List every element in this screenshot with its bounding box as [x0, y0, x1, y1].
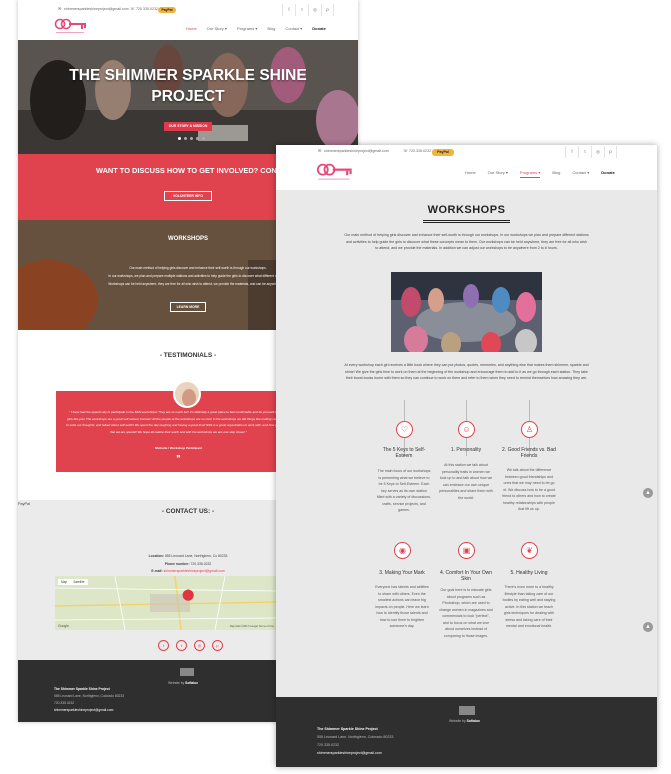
- nav-donate[interactable]: Donate: [601, 170, 615, 178]
- slider-dots[interactable]: [178, 137, 205, 140]
- footer: Website by Sofialux The Shimmer Sparkle …: [276, 697, 657, 767]
- satellite-tab[interactable]: Satellite: [73, 580, 84, 584]
- map-terms[interactable]: Map data ©2017 Google Terms of Use: [230, 625, 274, 628]
- phone-icon: ☏: [403, 148, 409, 153]
- nav-our-story[interactable]: Our Story ▾: [488, 170, 508, 178]
- quote-icon: ❞: [176, 454, 181, 463]
- facebook-icon[interactable]: f: [282, 4, 295, 16]
- testimonial-avatar: [173, 380, 201, 408]
- nav-our-story[interactable]: Our Story ▾: [207, 26, 227, 31]
- pinterest-icon[interactable]: p: [321, 4, 334, 16]
- nav-home[interactable]: Home: [465, 170, 476, 178]
- nav-blog[interactable]: Blog: [552, 170, 560, 178]
- social-links: f t ◎ p: [282, 4, 334, 16]
- footer-logo: [459, 706, 475, 715]
- workshop-photo: [391, 272, 542, 352]
- item-desc-keys: The main focus of our workshops is prese…: [377, 469, 431, 512]
- item-title-healthy: 5. Healthy Living: [510, 570, 548, 576]
- page-title: WORKSHOPS: [427, 204, 506, 216]
- workshops-body: At every workshop each girl receives a l…: [344, 363, 589, 380]
- item-desc-friends: We talk about the difference between goo…: [502, 468, 556, 511]
- item-desc-personality: At this station we talk about personalit…: [439, 463, 493, 500]
- learn-more-button[interactable]: LEARN MORE: [170, 302, 206, 312]
- footer-logo: [180, 668, 194, 676]
- testimonial-quote: " I have had the opportunity to particip…: [66, 410, 291, 434]
- google-map[interactable]: Map Satellite ⬤ Google Map data ©2017 Go…: [55, 576, 277, 630]
- nav-programs[interactable]: Programs ▾: [237, 26, 257, 31]
- twitter-icon[interactable]: t: [176, 640, 187, 651]
- phone-icon: ☏: [130, 6, 136, 11]
- twitter-icon[interactable]: t: [295, 4, 308, 16]
- phone-number: 720.335.0232: [136, 7, 158, 11]
- main-nav: Home Our Story ▾ Programs ▾ Blog Contact…: [186, 26, 326, 31]
- facebook-icon[interactable]: f: [158, 640, 169, 651]
- pinterest-icon[interactable]: p: [604, 146, 617, 158]
- pinterest-icon[interactable]: p: [212, 640, 223, 651]
- item-title-personality: 1. Personality: [450, 447, 482, 453]
- contact-social-links: f t ◎ p: [158, 640, 223, 651]
- nav-blog[interactable]: Blog: [267, 26, 275, 31]
- scroll-arrow-icon[interactable]: ▲: [643, 622, 653, 632]
- nav-donate[interactable]: Donate: [312, 26, 326, 31]
- footer-credit[interactable]: Website by Sofialux: [168, 681, 198, 685]
- hero-section: THE SHIMMER SPARKLE SHINE PROJECT OUR STO…: [18, 40, 358, 154]
- google-logo: Google: [58, 624, 69, 628]
- item-title-skin: 4. Comfort In Your Own Skin: [440, 570, 492, 582]
- map-tab[interactable]: Map: [61, 580, 67, 584]
- site-logo[interactable]: [316, 163, 354, 183]
- nav-contact[interactable]: Contact ▾: [285, 26, 302, 31]
- map-pin-icon[interactable]: ⬤: [182, 590, 194, 601]
- chat-icon: ☺: [458, 421, 475, 438]
- title-underline: [423, 220, 510, 221]
- hero-title: THE SHIMMER SPARKLE SHINE PROJECT: [69, 67, 307, 105]
- item-title-friends: 2. Good Friends vs. Bad Friends: [502, 447, 556, 459]
- camera-icon: ▣: [458, 542, 475, 559]
- item-title-keys: The 5 Keys to Self-Esteem: [382, 447, 426, 459]
- instagram-icon[interactable]: ◎: [591, 146, 604, 158]
- instagram-icon[interactable]: ◎: [308, 4, 321, 16]
- title-underline-2: [423, 222, 510, 223]
- mail-icon: ✉: [58, 6, 62, 11]
- paypal-donate-button[interactable]: PayPal: [432, 149, 454, 156]
- our-story-button[interactable]: OUR STORY & MISSION: [164, 122, 212, 131]
- item-title-mark: 3. Making Your Mark: [379, 570, 425, 576]
- mail-icon: ✉: [318, 148, 322, 153]
- target-icon: ◉: [394, 542, 411, 559]
- nav-home[interactable]: Home: [186, 26, 197, 31]
- item-desc-healthy: There's even more to a healthy lifestyle…: [502, 585, 556, 628]
- testimonial-author: Michelle / Workshop Participant: [155, 446, 202, 450]
- person-icon: ♙: [521, 421, 538, 438]
- main-nav: Home Our Story ▾ Programs ▾ Blog Contact…: [465, 170, 615, 178]
- footer-credit[interactable]: Website by Sofialux: [449, 719, 480, 723]
- workshops-content: WORKSHOPS Our main method of helping gir…: [276, 190, 657, 697]
- heart-icon: ♡: [396, 421, 413, 438]
- site-logo[interactable]: [54, 18, 88, 36]
- item-desc-skin: Our goal here is to educate girls about …: [439, 588, 493, 638]
- nav-programs[interactable]: Programs ▾: [519, 170, 541, 178]
- map-type-control[interactable]: Map Satellite: [58, 579, 88, 585]
- twitter-icon[interactable]: t: [578, 146, 591, 158]
- leaf-icon: ❦: [521, 542, 538, 559]
- social-links: f t ◎ p: [565, 146, 617, 158]
- phone-number: 720.335.0232: [409, 149, 431, 153]
- facebook-icon[interactable]: f: [565, 146, 578, 158]
- workshops-page-screenshot: ✉ shimmersparkleshineproject@gmail.com ☏…: [276, 145, 657, 767]
- footer-info: The Shimmer Sparkle Shine Project 555 Le…: [54, 687, 125, 712]
- instagram-icon[interactable]: ◎: [194, 640, 205, 651]
- volunteer-info-button[interactable]: VOLUNTEER INFO: [164, 191, 212, 201]
- item-desc-mark: Everyone has talents and abilities to sh…: [375, 585, 429, 628]
- footer-info: The Shimmer Sparkle Shine Project 555 Le…: [317, 727, 394, 755]
- paypal-donate-button[interactable]: PayPal: [158, 7, 176, 13]
- email-link[interactable]: shimmersparkleshineproject@gmail.com: [324, 149, 389, 153]
- email-link[interactable]: shimmersparkleshineproject@gmail.com: [64, 7, 129, 11]
- scroll-arrow-icon[interactable]: ▲: [643, 488, 653, 498]
- nav-contact[interactable]: Contact ▾: [572, 170, 589, 178]
- workshops-intro: Our main method of helping girls discove…: [344, 233, 589, 250]
